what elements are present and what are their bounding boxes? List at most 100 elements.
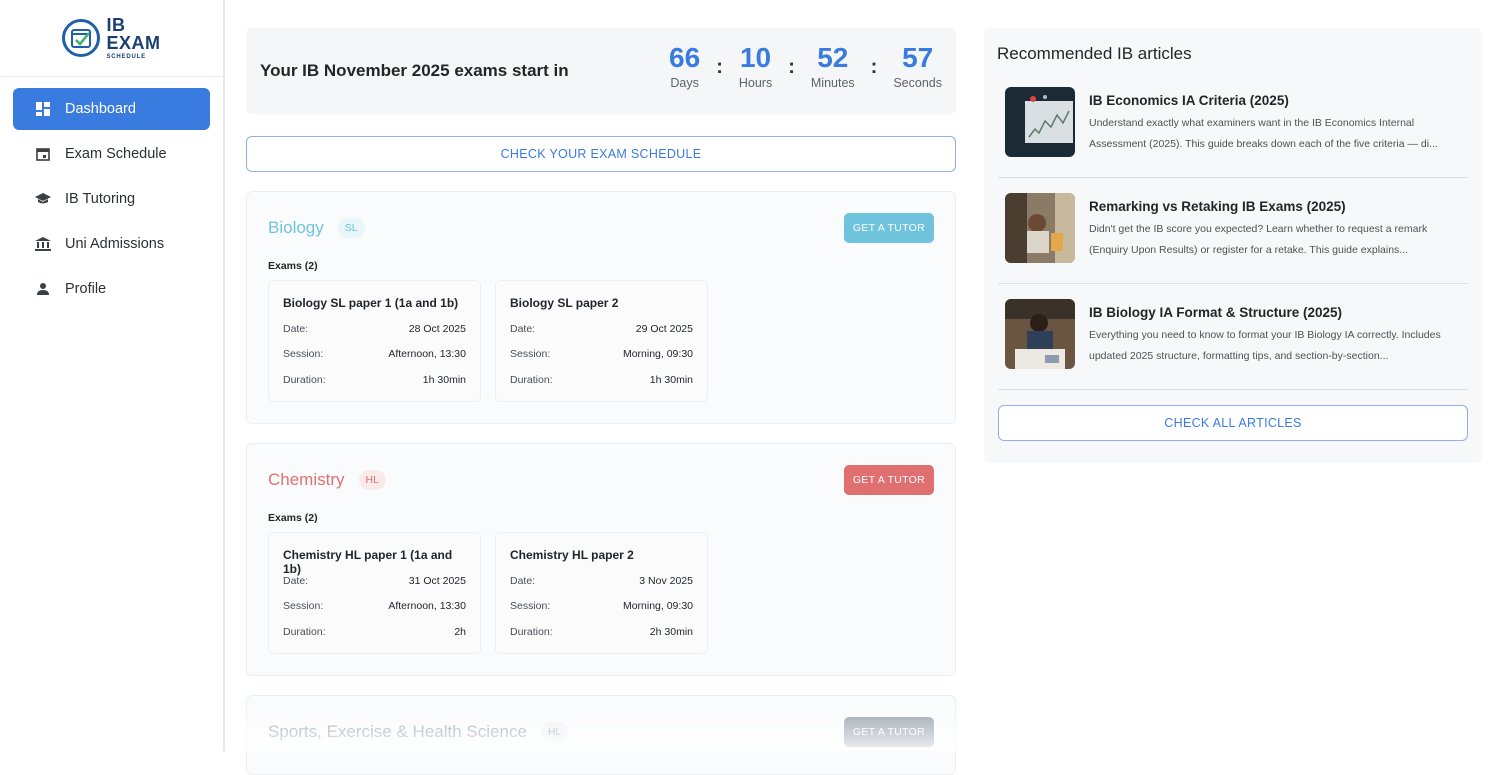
article-item[interactable]: Remarking vs Retaking IB Exams (2025) Di…: [998, 178, 1468, 284]
article-description: Understand exactly what examiners want i…: [1089, 117, 1438, 150]
articles-heading: Recommended IB articles: [997, 44, 1192, 63]
sidebar-item-label: Uni Admissions: [65, 236, 165, 252]
countdown-title: Your IB November 2025 exams start in: [260, 61, 569, 80]
exam-card[interactable]: Chemistry HL paper 1 (1a and 1b) Date: 31…: [268, 532, 481, 654]
countdown-hours: 10 Hours: [739, 42, 772, 90]
exam-session-label: Session:: [510, 348, 551, 361]
countdown-hours-label: Hours: [738, 76, 773, 90]
get-a-tutor-button[interactable]: GET A TUTOR: [843, 213, 934, 243]
subject-card-biology: Biology SL GET A TUTOR Exams (2) Biology…: [246, 191, 956, 424]
exam-duration-label: Duration:: [283, 625, 326, 638]
subject-name: Biology: [268, 218, 324, 237]
exam-duration-label: Duration:: [510, 625, 553, 638]
countdown-minutes-value: 52: [817, 42, 849, 73]
exam-date: 31 Oct 2025: [408, 574, 466, 587]
sidebar-item-uni-admissions[interactable]: Uni Admissions: [13, 223, 210, 265]
exam-date-label: Date:: [283, 574, 309, 587]
subject-level-badge: HL: [358, 470, 386, 490]
countdown-minutes: 52 Minutes: [811, 42, 855, 90]
article-thumbnail: [1005, 87, 1075, 157]
subject-card-chemistry: Chemistry HL GET A TUTOR Exams (2) Chemi…: [246, 443, 956, 676]
sidebar-item-label: IB Tutoring: [65, 191, 136, 207]
article-title: Remarking vs Retaking IB Exams (2025): [1089, 199, 1346, 214]
main-content: Your IB November 2025 exams start in 66 …: [246, 28, 956, 775]
logo[interactable]: IB EXAM SCHEDULE: [0, 0, 223, 77]
countdown-timer: 66 Days : 10 Hours : 52 Minutes : 57 Sec…: [669, 42, 942, 90]
article-description: Didn't get the IB score you expected? Le…: [1089, 223, 1428, 256]
calendar-check-icon: [62, 19, 101, 57]
exams-count: Exams (2): [268, 260, 318, 272]
article-item[interactable]: IB Biology IA Format & Structure (2025) …: [998, 284, 1468, 390]
sidebar-item-label: Dashboard: [65, 101, 136, 117]
exam-countdown: Your IB November 2025 exams start in 66 …: [246, 28, 956, 114]
exam-card[interactable]: Chemistry HL paper 2 Date: 3 Nov 2025 Ses…: [495, 532, 708, 654]
countdown-hours-value: 10: [739, 42, 772, 73]
exam-session-label: Session:: [283, 600, 324, 613]
article-description: Everything you need to know to format yo…: [1089, 329, 1441, 362]
countdown-separator: :: [788, 56, 795, 78]
exam-card[interactable]: Biology SL paper 1 (1a and 1b) Date: 28 O…: [268, 280, 481, 402]
exam-duration: 2h: [454, 625, 466, 638]
dashboard-icon: [35, 101, 51, 117]
countdown-days-value: 66: [669, 42, 701, 73]
sidebar-item-label: Exam Schedule: [65, 146, 167, 162]
logo-line-3: SCHEDULE: [106, 54, 146, 60]
article-thumbnail: [1005, 193, 1075, 263]
check-all-articles-button[interactable]: CHECK ALL ARTICLES: [998, 405, 1468, 441]
countdown-separator: :: [870, 56, 878, 78]
countdown-seconds: 57 Seconds: [893, 42, 942, 90]
exam-duration-label: Duration:: [283, 373, 326, 386]
article-title: IB Biology IA Format & Structure (2025): [1089, 305, 1343, 320]
sidebar-item-profile[interactable]: Profile: [13, 268, 210, 310]
exam-title: Chemistry HL paper 1 (1a and 1b): [283, 548, 453, 576]
exam-card[interactable]: Biology SL paper 2 Date: 29 Oct 2025 Sess…: [495, 280, 708, 402]
countdown-days-label: Days: [670, 76, 699, 90]
sidebar-item-exam-schedule[interactable]: Exam Schedule: [13, 133, 210, 175]
exam-title: Biology SL paper 1 (1a and 1b): [283, 296, 459, 310]
countdown-seconds-value: 57: [902, 42, 934, 73]
countdown-seconds-label: Seconds: [893, 76, 942, 90]
check-exam-schedule-button[interactable]: CHECK YOUR EXAM SCHEDULE: [246, 136, 956, 172]
exam-title: Biology SL paper 2: [510, 296, 619, 310]
exam-duration-label: Duration:: [510, 373, 553, 386]
institution-icon: [35, 236, 51, 252]
subject-card-sehs: Sports, Exercise & Health Science HL GET…: [246, 695, 956, 775]
person-icon: [35, 281, 51, 297]
exams-count: Exams (2): [268, 512, 318, 524]
exam-date-label: Date:: [283, 322, 309, 335]
calendar-icon: [35, 146, 51, 162]
article-title: IB Economics IA Criteria (2025): [1089, 93, 1289, 108]
subject-name: Chemistry: [268, 470, 345, 489]
exam-session-label: Session:: [283, 348, 324, 361]
get-a-tutor-button[interactable]: GET A TUTOR: [843, 717, 934, 747]
countdown-separator: :: [716, 56, 723, 78]
sidebar-item-ib-tutoring[interactable]: IB Tutoring: [13, 178, 210, 220]
subject-name: Sports, Exercise & Health Science: [268, 722, 527, 741]
exam-duration: 1h 30min: [422, 373, 466, 386]
sidebar-item-dashboard[interactable]: Dashboard: [13, 88, 210, 130]
countdown-days: 66 Days: [669, 42, 700, 90]
article-item[interactable]: IB Economics IA Criteria (2025) Understa…: [998, 72, 1468, 178]
subject-level-badge: HL: [540, 722, 569, 742]
exam-session: Afternoon, 13:30: [388, 348, 466, 361]
exam-date: 28 Oct 2025: [408, 322, 466, 335]
logo-line-1: IB: [106, 15, 126, 35]
exam-session: Morning, 09:30: [622, 348, 693, 361]
exam-session-label: Session:: [510, 600, 551, 613]
graduation-cap-icon: [35, 191, 51, 207]
subject-level-badge: SL: [337, 218, 365, 238]
recommended-articles-panel: Recommended IB articles IB Economics IA …: [984, 28, 1482, 463]
exam-date-label: Date:: [510, 574, 536, 587]
article-thumbnail: [1005, 299, 1075, 369]
exam-title: Chemistry HL paper 2: [510, 548, 634, 562]
get-a-tutor-button[interactable]: GET A TUTOR: [843, 465, 934, 495]
logo-text: IB EXAM SCHEDULE: [106, 16, 160, 60]
exam-date: 3 Nov 2025: [639, 574, 693, 587]
exam-date: 29 Oct 2025: [635, 322, 693, 335]
exam-session: Afternoon, 13:30: [388, 600, 466, 613]
sidebar-nav: Dashboard Exam Schedule IB Tutoring Uni …: [0, 77, 223, 324]
logo-line-2: EXAM: [106, 33, 161, 53]
exam-duration: 2h 30min: [649, 625, 693, 638]
exam-duration: 1h 30min: [649, 373, 693, 386]
sidebar-item-label: Profile: [65, 281, 107, 297]
